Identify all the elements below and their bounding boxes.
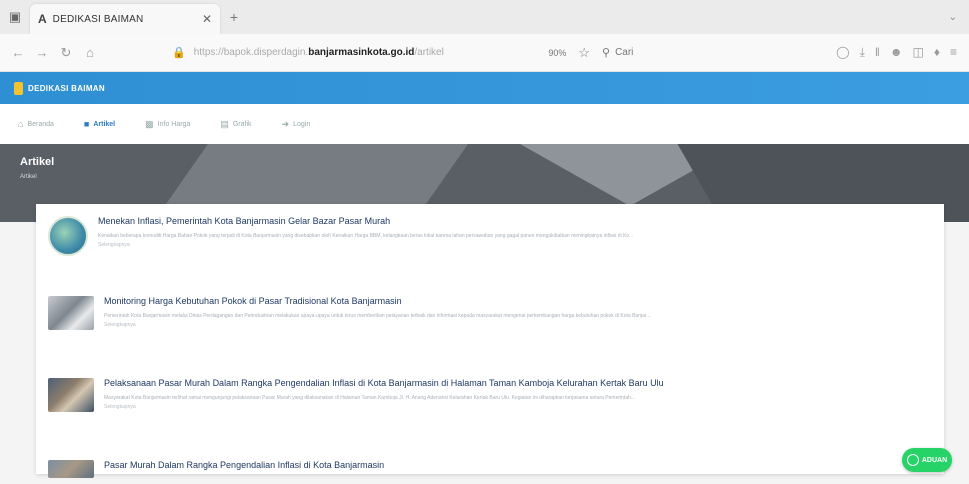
pocket-icon[interactable]: ◯: [836, 45, 849, 60]
zoom-level[interactable]: 90%: [548, 48, 566, 58]
nav-label: Beranda: [27, 120, 54, 128]
browser-tab[interactable]: A DEDIKASI BAIMAN ✕: [30, 4, 220, 34]
close-tab-icon[interactable]: ✕: [202, 12, 212, 26]
price-icon: ▩: [145, 118, 154, 129]
browser-navigation-bar: ← → ↻ ⌂ 🔒 https://bapok.disperdagin. ban…: [0, 34, 969, 72]
nav-artikel[interactable]: ■ Artikel: [84, 119, 115, 129]
browser-toolbar-icons: ◯ ⤓ ‖ ☻ ◫ ♦ ≡: [836, 45, 957, 60]
article-thumbnail[interactable]: [48, 296, 94, 330]
site-logo[interactable]: DEDIKASI BAIMAN: [14, 81, 105, 95]
article-list: Menekan Inflasi, Pemerintah Kota Banjarm…: [36, 204, 944, 478]
reload-icon[interactable]: ↻: [54, 45, 78, 61]
home-icon[interactable]: ⌂: [78, 45, 102, 60]
site-logo-text: DEDIKASI BAIMAN: [28, 83, 105, 93]
nav-beranda[interactable]: ⌂ Beranda: [18, 119, 54, 129]
logo-emblem-icon: [14, 81, 23, 95]
breadcrumb: Artikel: [20, 174, 37, 180]
article-title-link[interactable]: Monitoring Harga Kebutuhan Pokok di Pasa…: [104, 296, 934, 306]
article-title-link[interactable]: Menekan Inflasi, Pemerintah Kota Banjarm…: [98, 216, 928, 226]
browser-tab-strip: ▣ A DEDIKASI BAIMAN ✕ + ⌄: [0, 0, 969, 34]
nav-label: Info Harga: [157, 120, 191, 128]
sidebar-icon[interactable]: ◫: [913, 45, 924, 60]
article-title-link[interactable]: Pelaksanaan Pasar Murah Dalam Rangka Pen…: [104, 378, 934, 388]
article-excerpt: Masyarakat Kota Banjarmasin terlihat ram…: [104, 395, 636, 401]
new-tab-icon[interactable]: +: [220, 9, 248, 25]
url-path: /artikel: [414, 47, 444, 58]
article-icon: ■: [83, 119, 90, 129]
search-icon: ⚲: [602, 47, 611, 59]
site-navigation: ⌂ Beranda ■ Artikel ▩ Info Harga ▤ Grafi…: [0, 104, 969, 144]
read-more-link[interactable]: Selengkapnya: [104, 322, 934, 328]
back-icon[interactable]: ←: [6, 45, 30, 60]
browser-search-input[interactable]: ⚲ Cari: [602, 46, 742, 59]
article-excerpt: Pemerintah Kota Banjarmasin melalui Dina…: [104, 313, 651, 319]
nav-label: Artikel: [93, 120, 116, 128]
nav-login[interactable]: ➜ Login: [282, 119, 311, 130]
article-title-link[interactable]: Pasar Murah Dalam Rangka Pengendalian In…: [104, 460, 934, 470]
list-item: Monitoring Harga Kebutuhan Pokok di Pasa…: [48, 296, 934, 330]
list-item: Menekan Inflasi, Pemerintah Kota Banjarm…: [48, 216, 928, 256]
address-bar[interactable]: 🔒 https://bapok.disperdagin. banjarmasin…: [172, 40, 742, 66]
read-more-link[interactable]: Selengkapnya: [104, 404, 934, 410]
download-icon[interactable]: ⤓: [860, 45, 865, 60]
security-lock-icon[interactable]: 🔒: [172, 46, 186, 59]
page-title: Artikel: [20, 156, 55, 168]
url-host: banjarmasinkota.go.id: [308, 47, 415, 58]
list-item: Pelaksanaan Pasar Murah Dalam Rangka Pen…: [48, 378, 934, 412]
menu-icon[interactable]: ≡: [950, 45, 957, 60]
whatsapp-aduan-button[interactable]: ADUAN: [902, 448, 952, 472]
article-excerpt: Kenaikan beberapa komoditi Harga Bahan P…: [98, 233, 634, 239]
url-prefix: https://bapok.disperdagin.: [193, 47, 309, 58]
extensions-icon[interactable]: ♦: [934, 45, 940, 60]
whatsapp-icon: [906, 454, 919, 466]
forward-icon[interactable]: →: [30, 45, 54, 60]
account-icon[interactable]: ☻: [890, 45, 903, 60]
article-thumbnail[interactable]: [48, 378, 94, 412]
library-icon[interactable]: ‖: [875, 45, 880, 60]
nav-label: Grafik: [232, 120, 252, 128]
read-more-link[interactable]: Selengkapnya: [98, 242, 928, 248]
nav-grafik[interactable]: ▤ Grafik: [220, 119, 251, 130]
favicon-icon: A: [38, 12, 47, 26]
tab-list-icon[interactable]: ▣: [0, 0, 30, 34]
whatsapp-label: ADUAN: [921, 456, 948, 464]
bookmark-star-icon[interactable]: ☆: [578, 45, 590, 61]
article-thumbnail[interactable]: [48, 460, 94, 478]
tab-overflow-chevron-icon[interactable]: ⌄: [949, 12, 957, 23]
tab-title: DEDIKASI BAIMAN: [52, 13, 144, 25]
nav-label: Login: [293, 120, 311, 128]
search-placeholder: Cari: [615, 47, 634, 58]
home-icon: ⌂: [18, 119, 24, 129]
site-header: DEDIKASI BAIMAN: [0, 72, 969, 104]
chart-icon: ▤: [220, 118, 229, 129]
list-item: Pasar Murah Dalam Rangka Pengendalian In…: [48, 460, 934, 478]
login-icon: ➜: [281, 118, 290, 129]
nav-info-harga[interactable]: ▩ Info Harga: [145, 119, 190, 130]
article-thumbnail[interactable]: [48, 216, 88, 256]
